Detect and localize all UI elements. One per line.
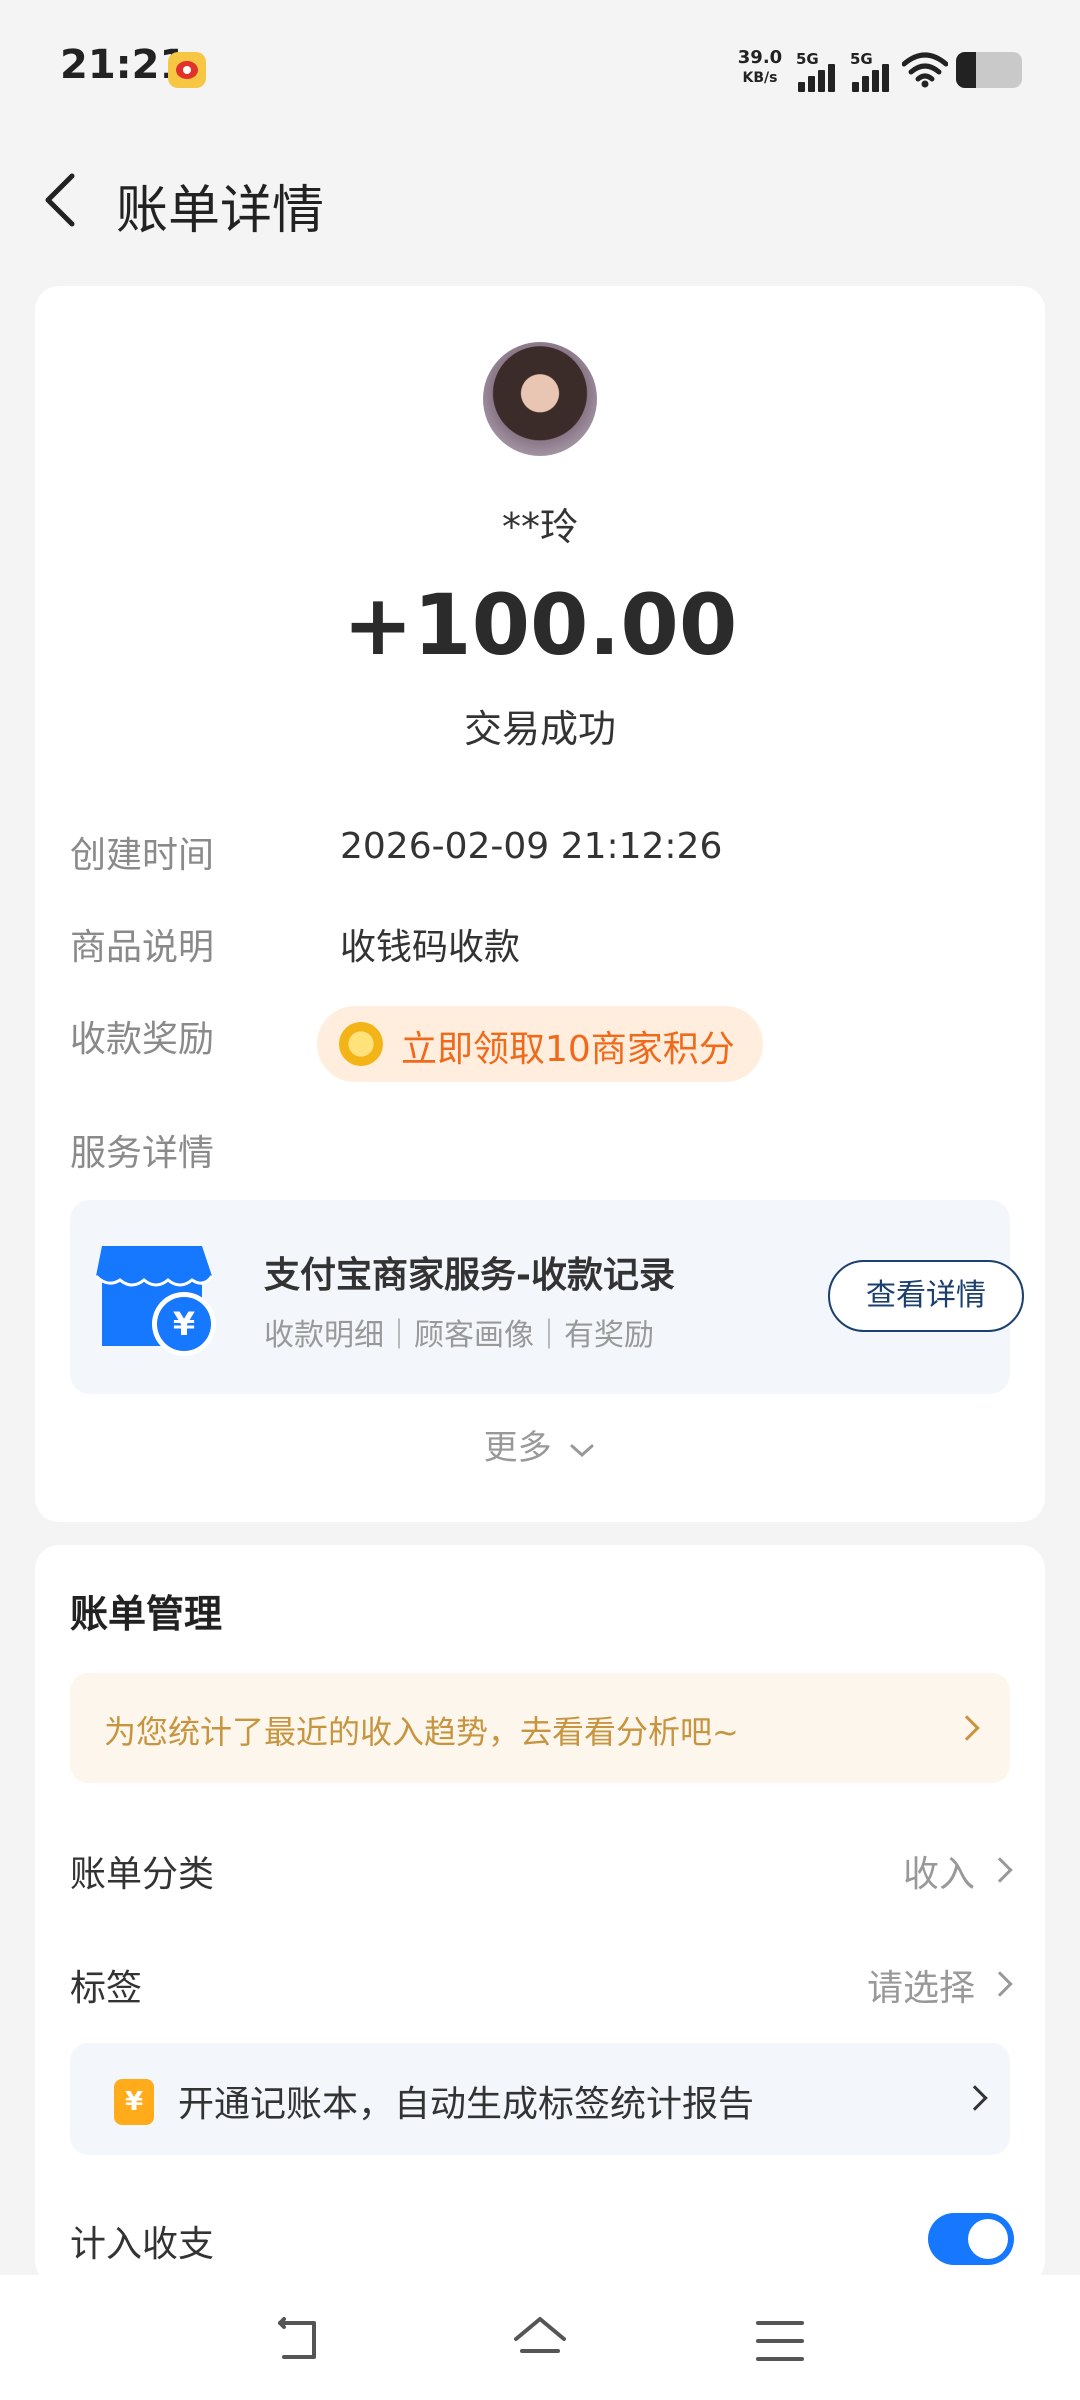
status-bar: 21:21 39.0 KB/s 5G 5G — [0, 0, 1080, 140]
chevron-right-icon — [987, 1971, 1013, 1997]
transaction-card: **玲 +100.00 交易成功 创建时间 2026-02-09 21:12:2… — [35, 286, 1045, 1522]
sim2-label: 5G — [850, 50, 873, 68]
signal-1-icon: 5G — [796, 50, 840, 92]
income-trend-text: 为您统计了最近的收入趋势，去看看分析吧~ — [104, 1713, 739, 1751]
system-nav-bar — [0, 2275, 1080, 2400]
ledger-text: 开通记账本，自动生成标签统计报告 — [178, 2084, 755, 2125]
transaction-amount: +100.00 — [342, 576, 738, 674]
include-in-balance-toggle[interactable] — [928, 2213, 1014, 2265]
description-label: 商品说明 — [70, 927, 215, 968]
battery-level — [956, 52, 976, 88]
created-time-label: 创建时间 — [70, 835, 215, 876]
bill-category-value: 收入 — [902, 1854, 975, 1895]
bill-category-label: 账单分类 — [70, 1854, 215, 1895]
income-trend-banner[interactable]: 为您统计了最近的收入趋势，去看看分析吧~ — [70, 1673, 1010, 1783]
service-subtitle: 收款明细｜顾客画像｜有奖励 — [264, 1318, 654, 1353]
back-icon[interactable] — [270, 2311, 330, 2371]
more-label: 更多 — [483, 1428, 552, 1468]
weibo-icon — [168, 52, 206, 88]
avatar[interactable] — [483, 342, 597, 456]
counterparty-name: **玲 — [501, 505, 578, 549]
battery-icon — [956, 52, 1022, 88]
toggle-knob — [968, 2219, 1008, 2259]
service-title: 支付宝商家服务-收款记录 — [264, 1255, 675, 1296]
chevron-left-icon[interactable] — [36, 168, 86, 232]
sim1-label: 5G — [796, 50, 819, 68]
more-button[interactable]: 更多 — [35, 1420, 1045, 1469]
description-value: 收钱码收款 — [340, 927, 521, 968]
chevron-right-icon — [987, 1857, 1013, 1883]
ledger-banner[interactable]: ¥ 开通记账本，自动生成标签统计报告 — [70, 2043, 1010, 2155]
transaction-status: 交易成功 — [463, 707, 616, 751]
svg-text:¥: ¥ — [173, 1305, 195, 1343]
network-speed: 39.0 KB/s — [734, 48, 786, 88]
claim-reward-label: 立即领取10商家积分 — [401, 1029, 735, 1070]
tag-label: 标签 — [70, 1968, 143, 2009]
chevron-right-icon — [962, 2085, 988, 2111]
created-time-value: 2026-02-09 21:12:26 — [340, 826, 723, 867]
shop-icon: ¥ — [94, 1246, 216, 1356]
coin-icon — [339, 1022, 383, 1066]
bill-management-card: 账单管理 为您统计了最近的收入趋势，去看看分析吧~ 账单分类 收入 标签 请选择… — [35, 1545, 1045, 2285]
signal-2-icon: 5G — [850, 50, 894, 92]
chevron-down-icon — [570, 1444, 594, 1457]
include-in-balance-label: 计入收支 — [70, 2224, 215, 2265]
tag-value: 请选择 — [866, 1968, 975, 2009]
network-speed-unit: KB/s — [742, 70, 778, 86]
chevron-right-icon — [954, 1715, 980, 1741]
service-card[interactable]: ¥ 支付宝商家服务-收款记录 收款明细｜顾客画像｜有奖励 查看详情 — [70, 1200, 1024, 1394]
wifi-icon — [902, 52, 948, 88]
section-title: 账单管理 — [70, 1592, 223, 1636]
view-details-button[interactable]: 查看详情 — [828, 1260, 1024, 1332]
reward-label: 收款奖励 — [70, 1019, 215, 1060]
menu-icon[interactable] — [750, 2311, 810, 2371]
claim-reward-button[interactable]: 立即领取10商家积分 — [317, 1006, 763, 1082]
service-label: 服务详情 — [70, 1133, 215, 1174]
ledger-icon: ¥ — [114, 2079, 154, 2125]
home-icon[interactable] — [510, 2311, 570, 2371]
network-speed-value: 39.0 — [737, 47, 783, 68]
page-title: 账单详情 — [116, 181, 325, 241]
header: 账单详情 — [0, 150, 1080, 250]
